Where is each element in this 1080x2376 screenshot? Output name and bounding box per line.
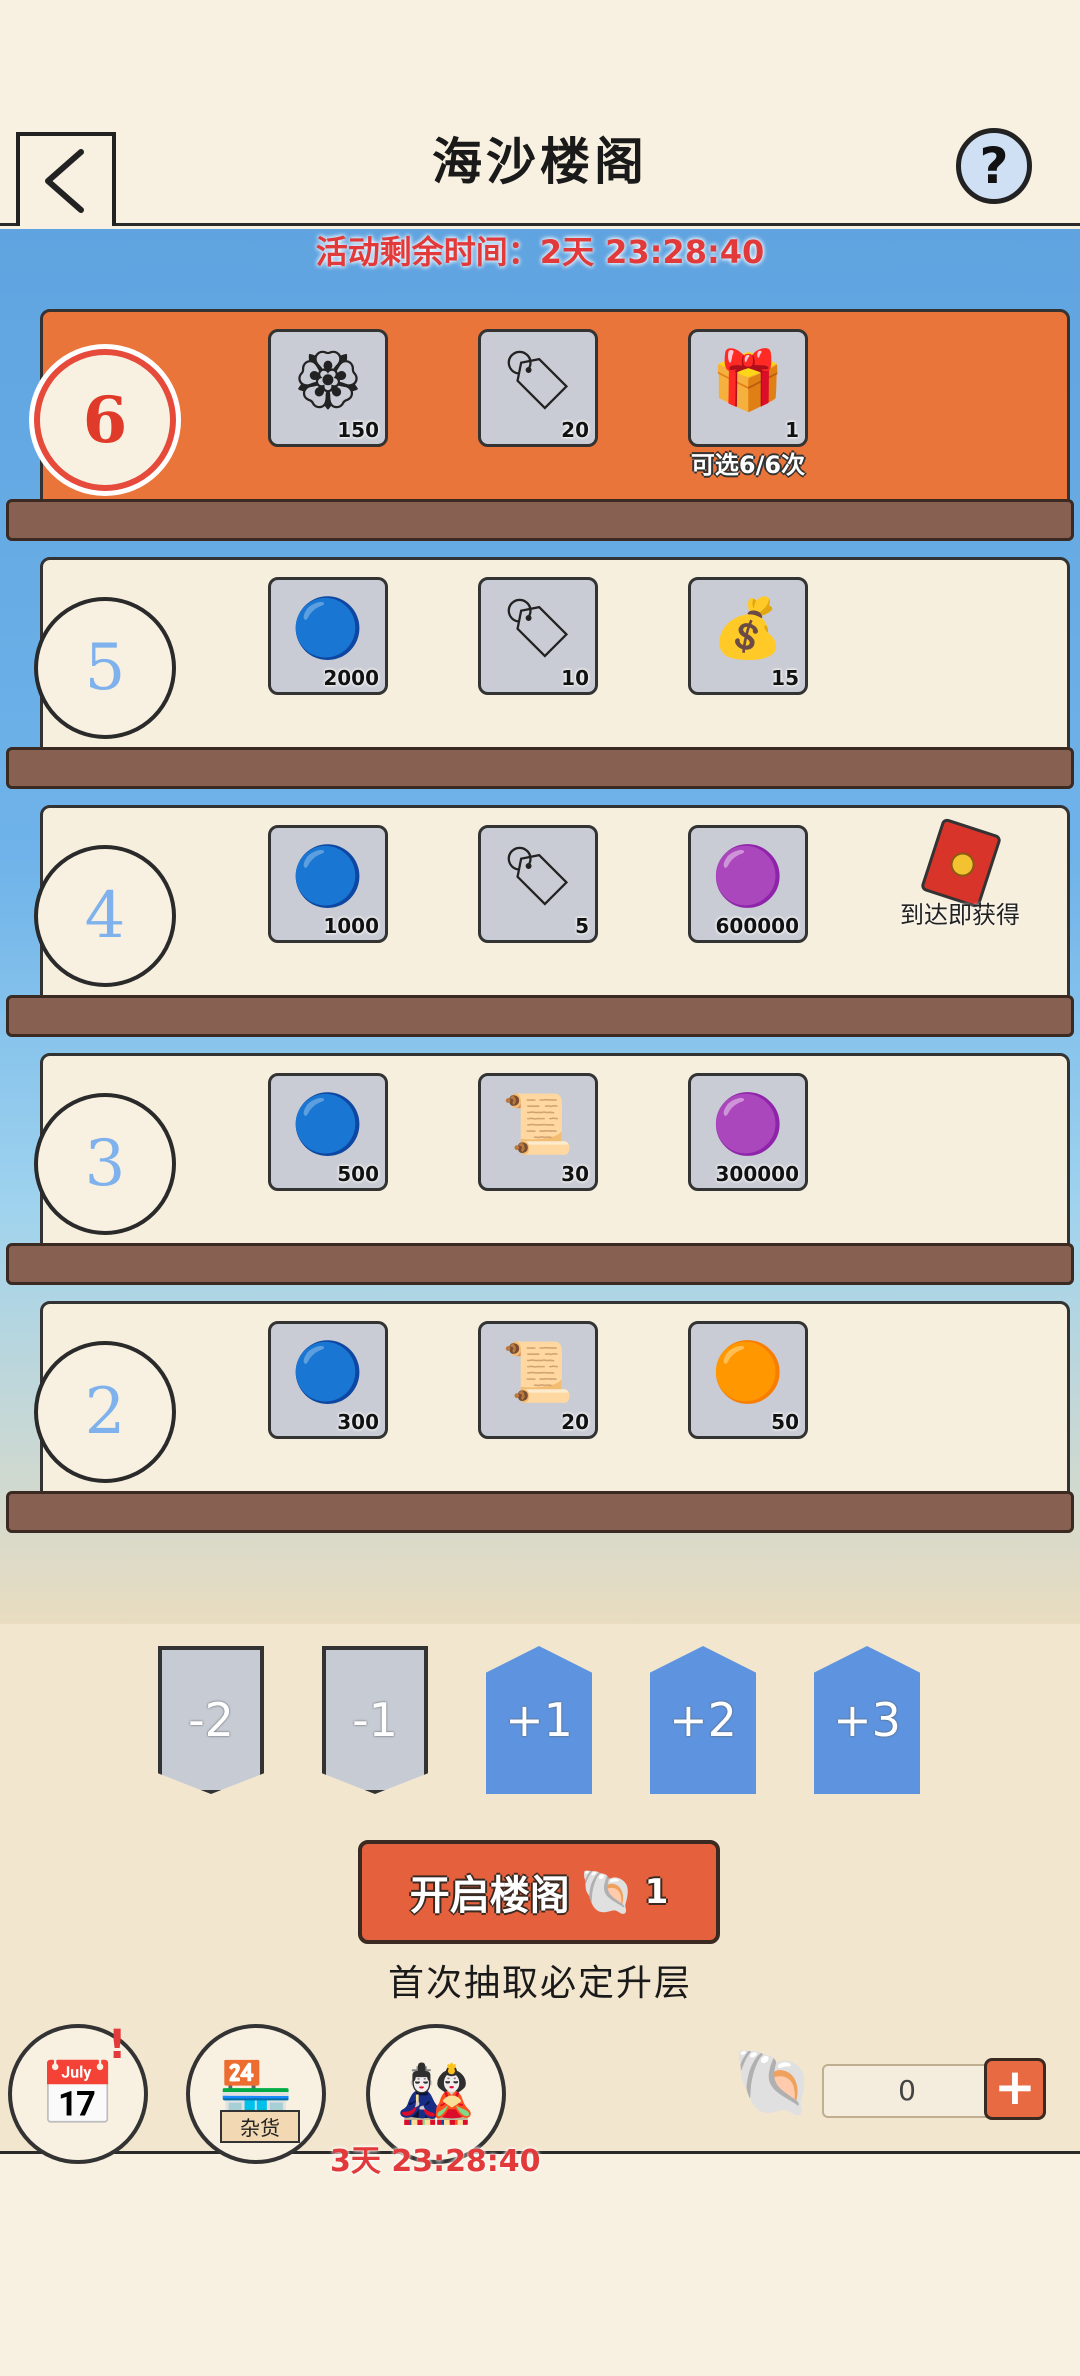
reward-item[interactable]: 🔵 500 bbox=[268, 1073, 388, 1191]
reward-item[interactable]: 🟣 300000 bbox=[688, 1073, 808, 1191]
floor-level-badge: 2 bbox=[34, 1341, 176, 1483]
paper-scroll-icon: 📜 bbox=[501, 1090, 575, 1158]
step-button[interactable]: +2 bbox=[650, 1646, 756, 1794]
reward-item[interactable]: 🟠 50 bbox=[688, 1321, 808, 1439]
reward-item[interactable]: 🔵 2000 bbox=[268, 577, 388, 695]
shell-icon: 🐚 bbox=[579, 1867, 635, 1918]
floor-shelf bbox=[6, 499, 1074, 541]
reward-quantity: 500 bbox=[337, 1162, 379, 1186]
reward-quantity: 30 bbox=[561, 1162, 589, 1186]
floor-level-badge: 4 bbox=[34, 845, 176, 987]
blue-tag-icon: 🏷 bbox=[501, 594, 575, 662]
reward-item[interactable]: 🎁 1 bbox=[688, 329, 808, 447]
blue-tag-icon: 🏷 bbox=[501, 842, 575, 910]
blue-coin-icon: 🔵 bbox=[291, 1338, 365, 1406]
shell-counter: 🐚 0 + bbox=[732, 2044, 1046, 2134]
draw-hint: 首次抽取必定升层 bbox=[387, 1963, 692, 2004]
blue-coin-icon: 🔵 bbox=[291, 594, 365, 662]
tower-floor: 5 🔵 2000 🏷 10 💰 15 bbox=[0, 557, 1080, 807]
reward-item[interactable]: 🔵 1000 bbox=[268, 825, 388, 943]
reward-quantity: 15 bbox=[771, 666, 799, 690]
floor-level-badge: 6 bbox=[34, 349, 176, 491]
shell-count: 0 bbox=[822, 2064, 992, 2118]
orange-gem-cloth-icon: 🟠 bbox=[711, 1338, 785, 1406]
reward-item[interactable]: 🏷 5 bbox=[478, 825, 598, 943]
reward-item[interactable]: 📜 20 bbox=[478, 1321, 598, 1439]
tower-floor: 6 🏵 150 🏷 20 🎁 1 可选6/6次 bbox=[0, 309, 1080, 559]
reward-quantity: 300000 bbox=[715, 1162, 800, 1186]
reward-quantity: 10 bbox=[561, 666, 589, 690]
step-button[interactable]: +3 bbox=[814, 1646, 920, 1794]
reward-quantity: 1 bbox=[785, 418, 799, 442]
reward-item[interactable]: 🔵 300 bbox=[268, 1321, 388, 1439]
bottom-panel: -2 -1 +1 +2 +3 开启楼阁 🐚 1 首次抽取必定升层 📅 ! 🏪 杂货 🎎 … bbox=[0, 1624, 1080, 2179]
shop-button[interactable]: 🏪 杂货 bbox=[186, 2024, 326, 2164]
gift-box-icon: 🎁 bbox=[711, 346, 785, 414]
shop-label: 杂货 bbox=[220, 2110, 300, 2143]
open-button-label: 开启楼阁 bbox=[409, 1873, 570, 1919]
floor-shelf bbox=[6, 1491, 1074, 1533]
page-title: 海沙楼阁 bbox=[432, 133, 648, 191]
reward-quantity: 20 bbox=[561, 1410, 589, 1434]
golden-token-icon: 🏵 bbox=[291, 346, 365, 414]
blue-coin-icon: 🔵 bbox=[291, 1090, 365, 1158]
open-tower-button[interactable]: 开启楼阁 🐚 1 bbox=[358, 1840, 720, 1944]
tower-scroll-area[interactable]: 活动剩余时间：2天 23:28:40 6 🏵 150 🏷 20 🎁 1 可选6/6次 5 🔵 200… bbox=[0, 229, 1080, 1624]
activity-timer: 活动剩余时间：2天 23:28:40 bbox=[315, 233, 765, 271]
conch-shell-icon: 🐚 bbox=[732, 2044, 815, 2121]
selectable-count: 可选6/6次 bbox=[690, 451, 806, 479]
reward-quantity: 50 bbox=[771, 1410, 799, 1434]
reward-quantity: 2000 bbox=[323, 666, 379, 690]
reward-item[interactable]: 🟣 600000 bbox=[688, 825, 808, 943]
step-button[interactable]: +1 bbox=[486, 1646, 592, 1794]
character-icon: 🎎 bbox=[397, 2057, 475, 2130]
purple-orb-icon: 🟣 bbox=[711, 842, 785, 910]
blue-tag-icon: 🏷 bbox=[501, 346, 575, 414]
tower-floor: 4 🔵 1000 🏷 5 🟣 600000 到达即获得 bbox=[0, 805, 1080, 1055]
floor-shelf bbox=[6, 995, 1074, 1037]
add-shell-button[interactable]: + bbox=[984, 2058, 1046, 2120]
reward-item[interactable]: 🏵 150 bbox=[268, 329, 388, 447]
header-bar: 海沙楼阁 ? bbox=[0, 106, 1080, 226]
event-timer: 3天 23:28:40 bbox=[330, 2144, 541, 2179]
reward-item[interactable]: 📜 30 bbox=[478, 1073, 598, 1191]
arrival-reward[interactable]: 到达即获得 bbox=[890, 817, 1030, 945]
purple-orb-icon: 🟣 bbox=[711, 1090, 785, 1158]
blue-coin-icon: 🔵 bbox=[291, 842, 365, 910]
help-button[interactable]: ? bbox=[956, 128, 1032, 204]
floor-level-badge: 3 bbox=[34, 1093, 176, 1235]
money-bag-icon: 💰 bbox=[711, 594, 785, 662]
open-button-cost: 1 bbox=[644, 1872, 669, 1912]
reward-item[interactable]: 💰 15 bbox=[688, 577, 808, 695]
tower-floor: 2 🔵 300 📜 20 🟠 50 bbox=[0, 1301, 1080, 1551]
floor-shelf bbox=[6, 747, 1074, 789]
floor-level-badge: 5 bbox=[34, 597, 176, 739]
reward-item[interactable]: 🏷 20 bbox=[478, 329, 598, 447]
reward-quantity: 600000 bbox=[715, 914, 800, 938]
alert-badge: ! bbox=[108, 2022, 127, 2068]
paper-scroll-icon: 📜 bbox=[501, 1338, 575, 1406]
calendar-icon: 📅 bbox=[39, 2057, 117, 2130]
tower-floor: 3 🔵 500 📜 30 🟣 300000 bbox=[0, 1053, 1080, 1303]
arrival-reward-label: 到达即获得 bbox=[900, 901, 1020, 929]
reward-item[interactable]: 🏷 10 bbox=[478, 577, 598, 695]
floor-shelf bbox=[6, 1243, 1074, 1285]
reward-quantity: 5 bbox=[575, 914, 589, 938]
reward-quantity: 150 bbox=[337, 418, 379, 442]
step-button[interactable]: -2 bbox=[158, 1646, 264, 1794]
reward-quantity: 20 bbox=[561, 418, 589, 442]
step-button[interactable]: -1 bbox=[322, 1646, 428, 1794]
reward-quantity: 300 bbox=[337, 1410, 379, 1434]
question-icon: ? bbox=[979, 137, 1009, 195]
reward-quantity: 1000 bbox=[323, 914, 379, 938]
calendar-button[interactable]: 📅 ! bbox=[8, 2022, 148, 2164]
